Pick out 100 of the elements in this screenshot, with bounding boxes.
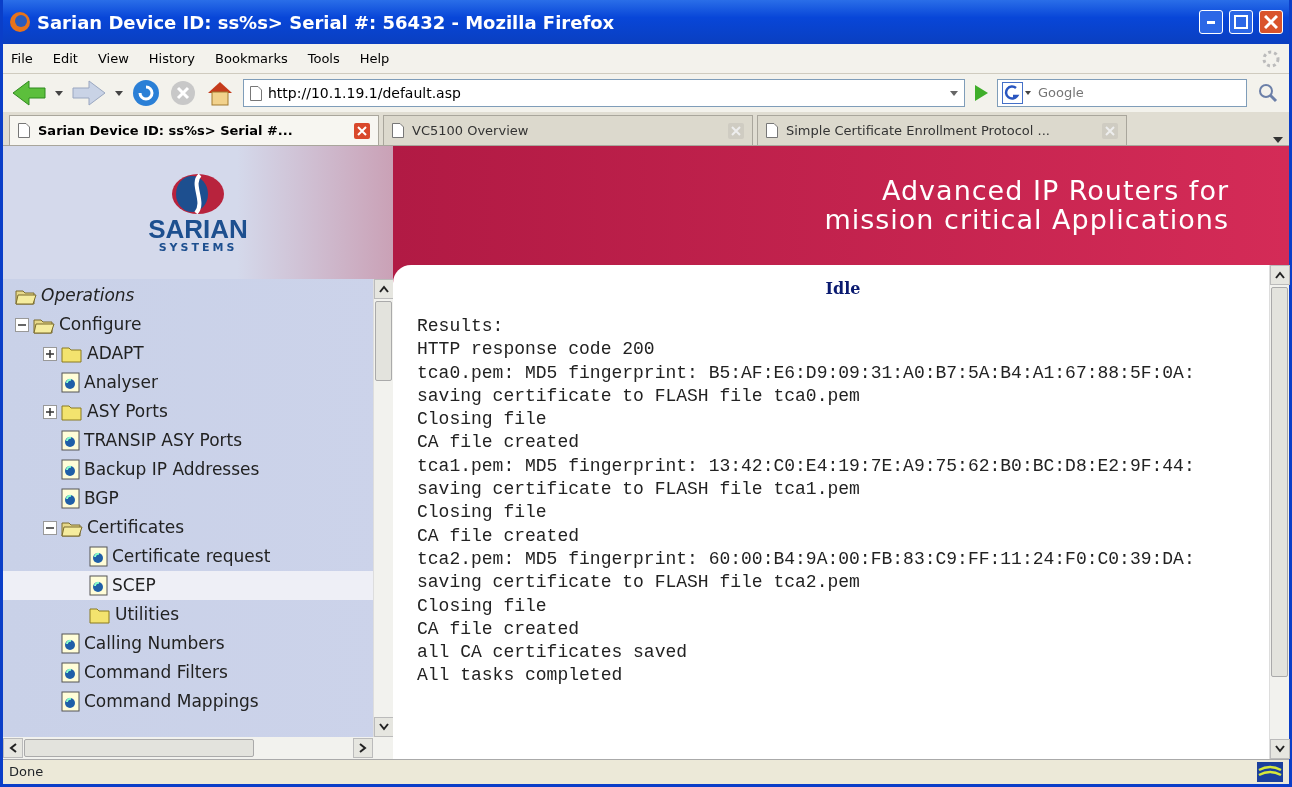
browser-tab[interactable]: Sarian Device ID: ss%s> Serial #...	[9, 115, 379, 145]
tab-label: Simple Certificate Enrollment Protocol ...	[786, 121, 1051, 140]
page-icon	[250, 85, 262, 101]
page-icon	[61, 691, 80, 712]
maximize-icon	[1234, 15, 1248, 29]
log-line: CA file created	[417, 617, 581, 641]
menu-item[interactable]: Tools	[307, 48, 340, 69]
page-icon	[89, 575, 108, 596]
network-status-icon	[1257, 762, 1283, 782]
go-icon[interactable]	[973, 84, 989, 102]
menu-item[interactable]: Help	[359, 48, 390, 69]
log-line: tca2.pem: MD5 fingerprint: 60:00:B4:9A:00:FB:83:C9:FF:11:24:F0:C0:39:DA:	[417, 547, 1196, 571]
tree-item[interactable]: BGP	[43, 484, 373, 513]
tree-item[interactable]: Configure	[15, 310, 373, 339]
status-heading: Idle	[824, 278, 862, 300]
log-line: saving certificate to FLASH file tca0.pem	[417, 384, 861, 408]
dropdown-icon[interactable]	[55, 89, 63, 97]
scroll-up-icon[interactable]	[1275, 271, 1285, 279]
banner-text: Advanced IP Routers for	[881, 177, 1229, 206]
page-icon	[61, 662, 80, 683]
close-icon	[1264, 15, 1278, 29]
tab-list-icon[interactable]	[1273, 135, 1283, 145]
tree-item[interactable]: Certificate request	[71, 542, 373, 571]
collapse-icon[interactable]	[43, 520, 57, 535]
tree-item[interactable]: ASY Ports	[43, 397, 373, 426]
close-button[interactable]	[1259, 10, 1283, 34]
menu-item[interactable]: Edit	[52, 48, 78, 69]
scroll-thumb[interactable]	[375, 301, 392, 381]
log-line: tca1.pem: MD5 fingerprint: 13:42:C0:E4:19:7E:A9:75:62:B0:BC:D8:E2:9F:44:	[417, 454, 1196, 478]
scroll-thumb[interactable]	[1271, 287, 1288, 677]
search-engine-icon[interactable]	[1002, 82, 1032, 104]
tree-item[interactable]: Command Filters	[43, 658, 373, 687]
log-line: HTTP response code 200	[417, 338, 656, 362]
log-line: Closing file	[417, 408, 548, 432]
log-line: Closing file	[417, 594, 548, 618]
tree-item[interactable]: Certificates	[43, 513, 373, 542]
log-line: CA file created	[417, 431, 581, 455]
page-icon	[61, 372, 80, 393]
menu-item[interactable]: Bookmarks	[215, 48, 288, 69]
banner-text: mission critical Applications	[824, 205, 1229, 234]
tree-item[interactable]: Analyser	[43, 368, 373, 397]
menu-item[interactable]: View	[97, 48, 129, 69]
scrollbar[interactable]	[373, 279, 393, 737]
tree-item[interactable]: Utilities	[71, 600, 373, 629]
tree-item[interactable]: SCEP	[3, 571, 373, 600]
page-icon	[61, 633, 80, 654]
menu-item[interactable]: File	[11, 48, 33, 69]
tree-item[interactable]: Command Mappings	[43, 687, 373, 716]
search-field[interactable]: Google	[997, 79, 1247, 107]
address-bar[interactable]: http://10.1.19.1/default.asp	[243, 79, 965, 107]
page-icon	[89, 546, 108, 567]
tree-item[interactable]: Backup IP Addresses	[43, 455, 373, 484]
tab-label: Sarian Device ID: ss%s> Serial #...	[38, 121, 294, 140]
log-line: CA file created	[417, 524, 581, 548]
close-icon[interactable]	[354, 122, 370, 139]
log-line: saving certificate to FLASH file tca1.pem	[417, 478, 861, 502]
page-icon	[61, 430, 80, 451]
scroll-right-icon[interactable]	[359, 743, 367, 753]
reload-icon[interactable]	[131, 78, 161, 108]
page-icon	[61, 488, 80, 509]
menu-item[interactable]: History	[148, 48, 196, 69]
tab-label: VC5100 Overview	[412, 121, 530, 140]
tree-item[interactable]: TRANSIP ASY Ports	[43, 426, 373, 455]
page-icon	[61, 459, 80, 480]
scroll-up-icon[interactable]	[379, 285, 389, 293]
status-text: Done	[9, 763, 44, 782]
dropdown-icon[interactable]	[115, 89, 123, 97]
browser-logo-icon	[9, 11, 31, 33]
expand-icon[interactable]	[43, 346, 57, 361]
log-line: saving certificate to FLASH file tca2.pem	[417, 571, 861, 595]
scrollbar[interactable]	[3, 737, 393, 759]
window-title: Sarian Device ID: ss%s> Serial #: 56432 - Mozilla Firefox	[37, 10, 616, 35]
logo-text: SARIAN	[148, 216, 248, 242]
log-line: tca0.pem: MD5 fingerprint: B5:AF:E6:D9:09:31:A0:B7:5A:B4:A1:67:88:5F:0A:	[417, 361, 1196, 385]
tree-item[interactable]: Calling Numbers	[43, 629, 373, 658]
browser-tab[interactable]: Simple Certificate Enrollment Protocol ...	[757, 115, 1127, 145]
scroll-thumb[interactable]	[24, 739, 254, 757]
maximize-button[interactable]	[1229, 10, 1253, 34]
log-line: Results:	[417, 315, 505, 338]
scroll-down-icon[interactable]	[1275, 745, 1285, 753]
dropdown-icon[interactable]	[950, 89, 958, 97]
minimize-icon	[1207, 20, 1215, 24]
scrollbar[interactable]	[1269, 265, 1289, 759]
collapse-icon[interactable]	[15, 317, 29, 332]
tree-label: Operations	[41, 283, 135, 307]
page-icon	[392, 123, 404, 138]
throbber-icon	[1261, 48, 1281, 69]
tree-item[interactable]: ADAPT	[43, 339, 373, 368]
scroll-left-icon[interactable]	[9, 743, 17, 753]
scroll-down-icon[interactable]	[379, 723, 389, 731]
log-line: Closing file	[417, 501, 548, 525]
page-icon	[18, 123, 30, 138]
minimize-button[interactable]	[1199, 10, 1223, 34]
page-icon	[766, 123, 778, 138]
logo-emblem-icon	[170, 172, 226, 216]
expand-icon[interactable]	[43, 404, 57, 419]
logo-subtitle: SYSTEMS	[158, 242, 238, 253]
log-line: all CA certificates saved	[417, 641, 689, 665]
browser-tab[interactable]: VC5100 Overview	[383, 115, 753, 145]
back-icon[interactable]	[11, 79, 47, 107]
